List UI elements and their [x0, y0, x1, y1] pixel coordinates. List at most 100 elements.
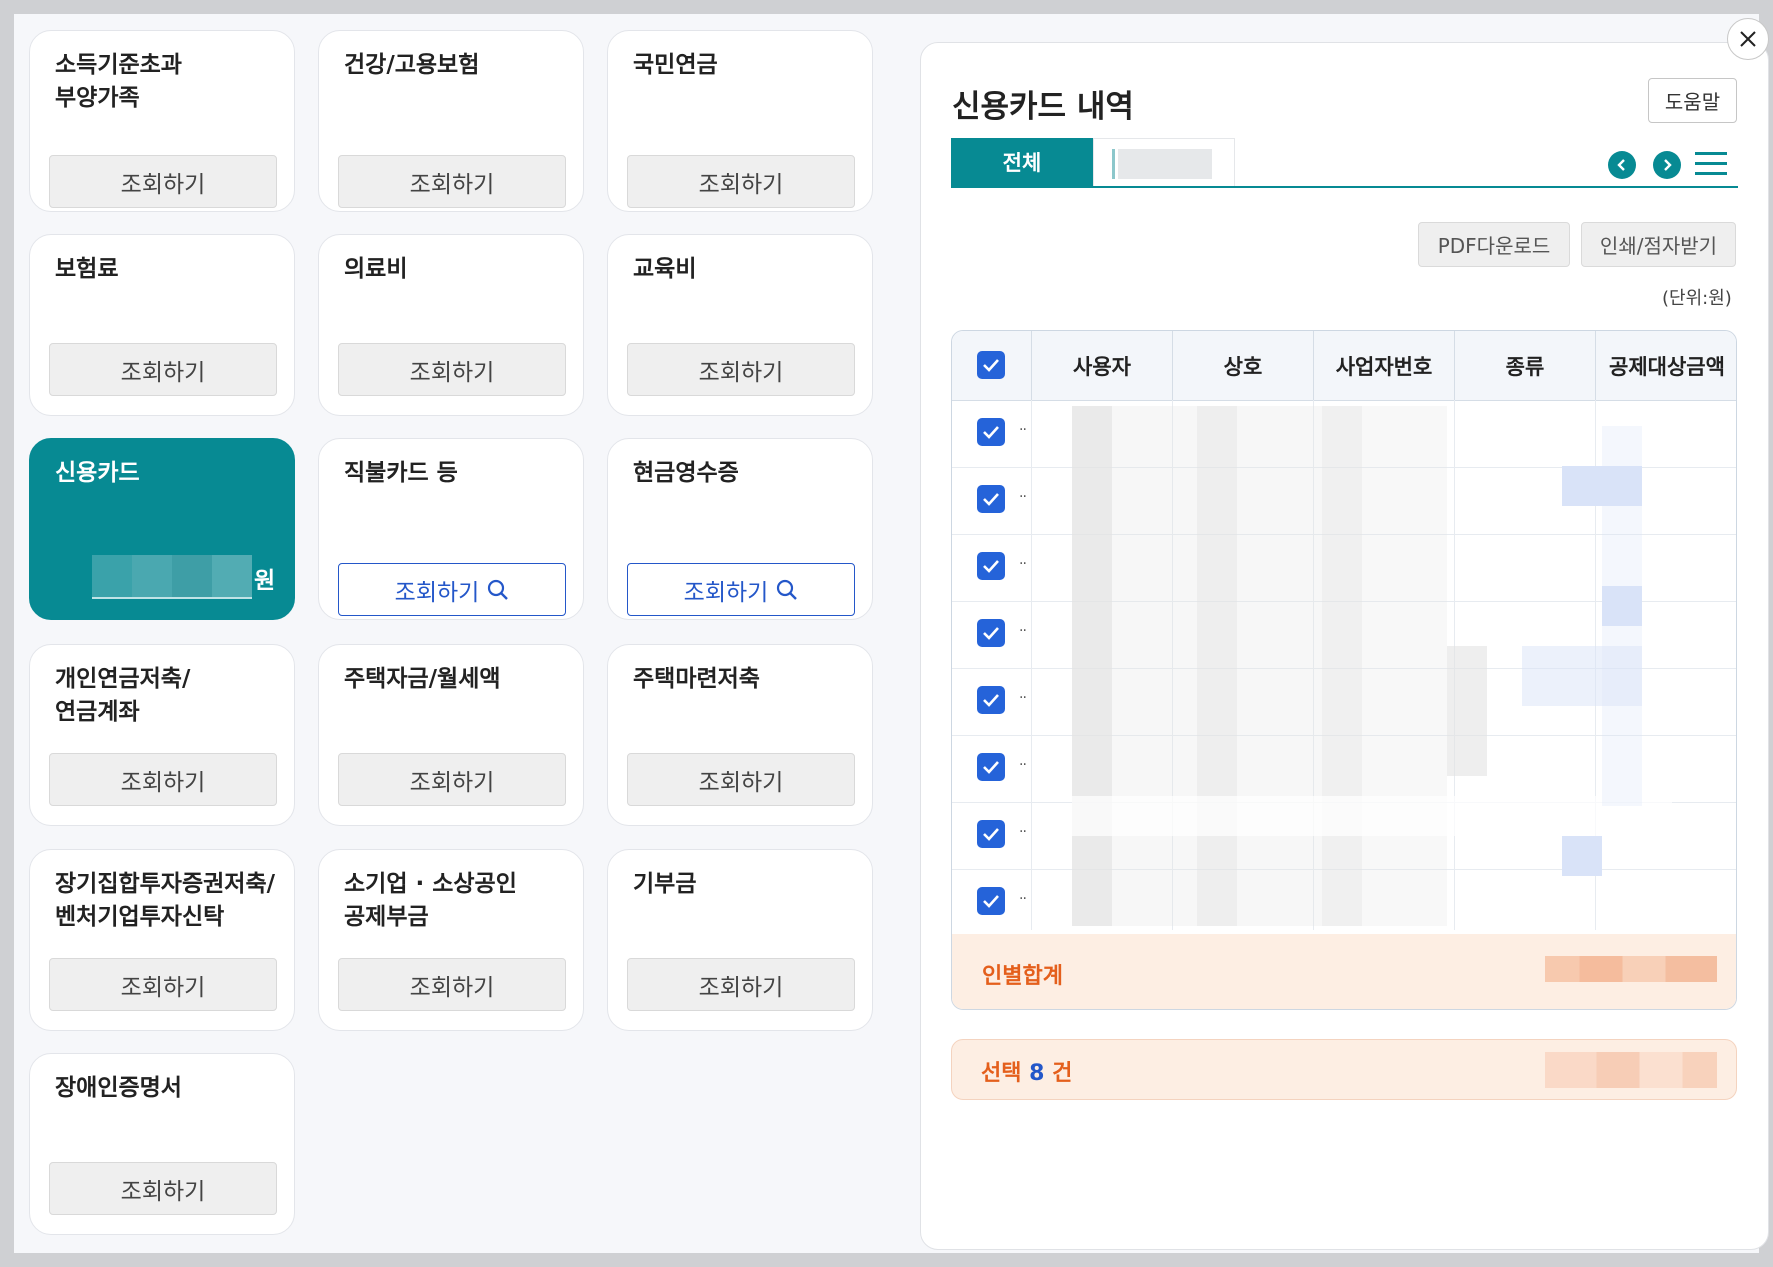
search-icon [488, 579, 509, 600]
inquire-label: 조회하기 [394, 579, 480, 606]
card-debit-card: 직불카드 등 조회하기 [318, 438, 584, 620]
row-checkbox[interactable] [977, 418, 1005, 446]
transaction-table: 사용자 상호 사업자번호 종류 공제대상금액 ·· ·· ·· ·· ·· ··… [951, 330, 1737, 1010]
card-education: 교육비 조회하기 [607, 234, 873, 416]
row-truncated-text: ·· [1019, 623, 1027, 639]
card-health-employment: 건강/고용보험 조회하기 [318, 30, 584, 212]
card-title: 기부금 [633, 871, 697, 897]
card-disability-cert: 장애인증명서 조회하기 [29, 1053, 295, 1235]
unit-label: (단위:원) [1662, 288, 1732, 309]
row-checkbox[interactable] [977, 485, 1005, 513]
card-insurance: 보험료 조회하기 [29, 234, 295, 416]
menu-icon[interactable] [1695, 152, 1727, 178]
check-icon [983, 895, 999, 908]
card-national-pension: 국민연금 조회하기 [607, 30, 873, 212]
inquire-button[interactable]: 조회하기 [627, 343, 855, 396]
check-icon [983, 828, 999, 841]
inquire-button[interactable]: 조회하기 [627, 155, 855, 208]
table-header: 사용자 상호 사업자번호 종류 공제대상금액 [952, 331, 1736, 401]
inquire-button[interactable]: 조회하기 [49, 958, 277, 1011]
inquire-button[interactable]: 조회하기 [627, 753, 855, 806]
selection-summary: 선택 8 건 [951, 1039, 1737, 1100]
inquire-button[interactable]: 조회하기 [627, 563, 855, 616]
check-icon [983, 627, 999, 640]
card-donation: 기부금 조회하기 [607, 849, 873, 1031]
col-type: 종류 [1454, 331, 1595, 400]
check-icon [983, 426, 999, 439]
row-truncated-text: ·· [1019, 422, 1027, 438]
card-title: 신용카드 [55, 460, 140, 486]
tab-indicator [1112, 149, 1115, 179]
card-title: 소득기준초과 부양가족 [55, 52, 182, 111]
check-icon [983, 761, 999, 774]
per-person-total-amount [1545, 956, 1717, 982]
search-icon [777, 579, 798, 600]
card-medical: 의료비 조회하기 [318, 234, 584, 416]
row-checkbox[interactable] [977, 552, 1005, 580]
card-title: 현금영수증 [633, 460, 739, 486]
row-truncated-text: ·· [1019, 556, 1027, 572]
prev-tab-button[interactable] [1608, 151, 1636, 179]
card-cash-receipt: 현금영수증 조회하기 [607, 438, 873, 620]
chevron-right-icon [1664, 159, 1672, 171]
check-icon [983, 560, 999, 573]
tab-second[interactable] [1093, 138, 1235, 186]
card-title: 건강/고용보험 [344, 52, 480, 78]
selection-count-value: 8 [1029, 1061, 1045, 1086]
select-all-checkbox[interactable] [977, 351, 1005, 379]
card-title: 국민연금 [633, 52, 718, 78]
row-truncated-text: ·· [1019, 489, 1027, 505]
inquire-button[interactable]: 조회하기 [338, 563, 566, 616]
card-personal-pension: 개인연금저축/ 연금계좌 조회하기 [29, 644, 295, 826]
row-checkbox[interactable] [977, 619, 1005, 647]
card-title: 교육비 [633, 256, 697, 282]
close-icon [1740, 31, 1756, 47]
card-income-dependents: 소득기준초과 부양가족 조회하기 [29, 30, 295, 212]
pdf-download-button[interactable]: PDF다운로드 [1418, 222, 1570, 267]
per-person-total-row: 인별합계 [952, 934, 1736, 1009]
selection-prefix: 선택 [981, 1061, 1022, 1086]
card-title: 보험료 [55, 256, 119, 282]
card-housing-savings: 주택마련저축 조회하기 [607, 644, 873, 826]
close-button[interactable] [1727, 18, 1769, 60]
card-title: 직불카드 등 [344, 460, 458, 486]
row-truncated-text: ·· [1019, 891, 1027, 907]
credit-card-amount [92, 555, 252, 599]
inquire-button[interactable]: 조회하기 [338, 753, 566, 806]
card-long-term-investment: 장기집합투자증권저축/ 벤처기업투자신탁 조회하기 [29, 849, 295, 1031]
check-icon [983, 493, 999, 506]
inquire-button[interactable]: 조회하기 [338, 343, 566, 396]
row-truncated-text: ·· [1019, 757, 1027, 773]
inquire-button[interactable]: 조회하기 [338, 958, 566, 1011]
inquire-button[interactable]: 조회하기 [49, 1162, 277, 1215]
card-title: 소기업 · 소상공인 공제부금 [344, 871, 517, 930]
card-title: 장애인증명서 [55, 1075, 182, 1101]
credit-card-detail-panel: 신용카드 내역 도움말 전체 PDF다운로드 인쇄/점자받기 (단위:원) 사용… [920, 42, 1769, 1250]
row-checkbox[interactable] [977, 686, 1005, 714]
help-button[interactable]: 도움말 [1648, 78, 1737, 123]
deduction-modal: 소득기준초과 부양가족 조회하기 건강/고용보험 조회하기 국민연금 조회하기 … [14, 14, 1769, 1253]
chevron-left-icon [1617, 159, 1625, 171]
print-braille-button[interactable]: 인쇄/점자받기 [1581, 222, 1736, 267]
row-checkbox[interactable] [977, 820, 1005, 848]
tab-label-redacted [1118, 149, 1212, 179]
card-small-business: 소기업 · 소상공인 공제부금 조회하기 [318, 849, 584, 1031]
inquire-button[interactable]: 조회하기 [49, 155, 277, 208]
col-user: 사용자 [1031, 331, 1172, 400]
row-truncated-text: ·· [1019, 690, 1027, 706]
currency-unit: 원 [254, 568, 276, 594]
selection-suffix: 건 [1052, 1061, 1073, 1086]
selection-total-amount [1545, 1052, 1717, 1088]
tab-all[interactable]: 전체 [951, 138, 1093, 186]
card-credit-card[interactable]: 신용카드 원 [29, 438, 295, 620]
inquire-button[interactable]: 조회하기 [49, 753, 277, 806]
next-tab-button[interactable] [1653, 151, 1681, 179]
row-checkbox[interactable] [977, 887, 1005, 915]
inquire-button[interactable]: 조회하기 [49, 343, 277, 396]
card-title: 주택자금/월세액 [344, 666, 501, 692]
row-checkbox[interactable] [977, 753, 1005, 781]
check-icon [983, 694, 999, 707]
redacted-table-content [1072, 406, 1672, 926]
inquire-button[interactable]: 조회하기 [627, 958, 855, 1011]
inquire-button[interactable]: 조회하기 [338, 155, 566, 208]
